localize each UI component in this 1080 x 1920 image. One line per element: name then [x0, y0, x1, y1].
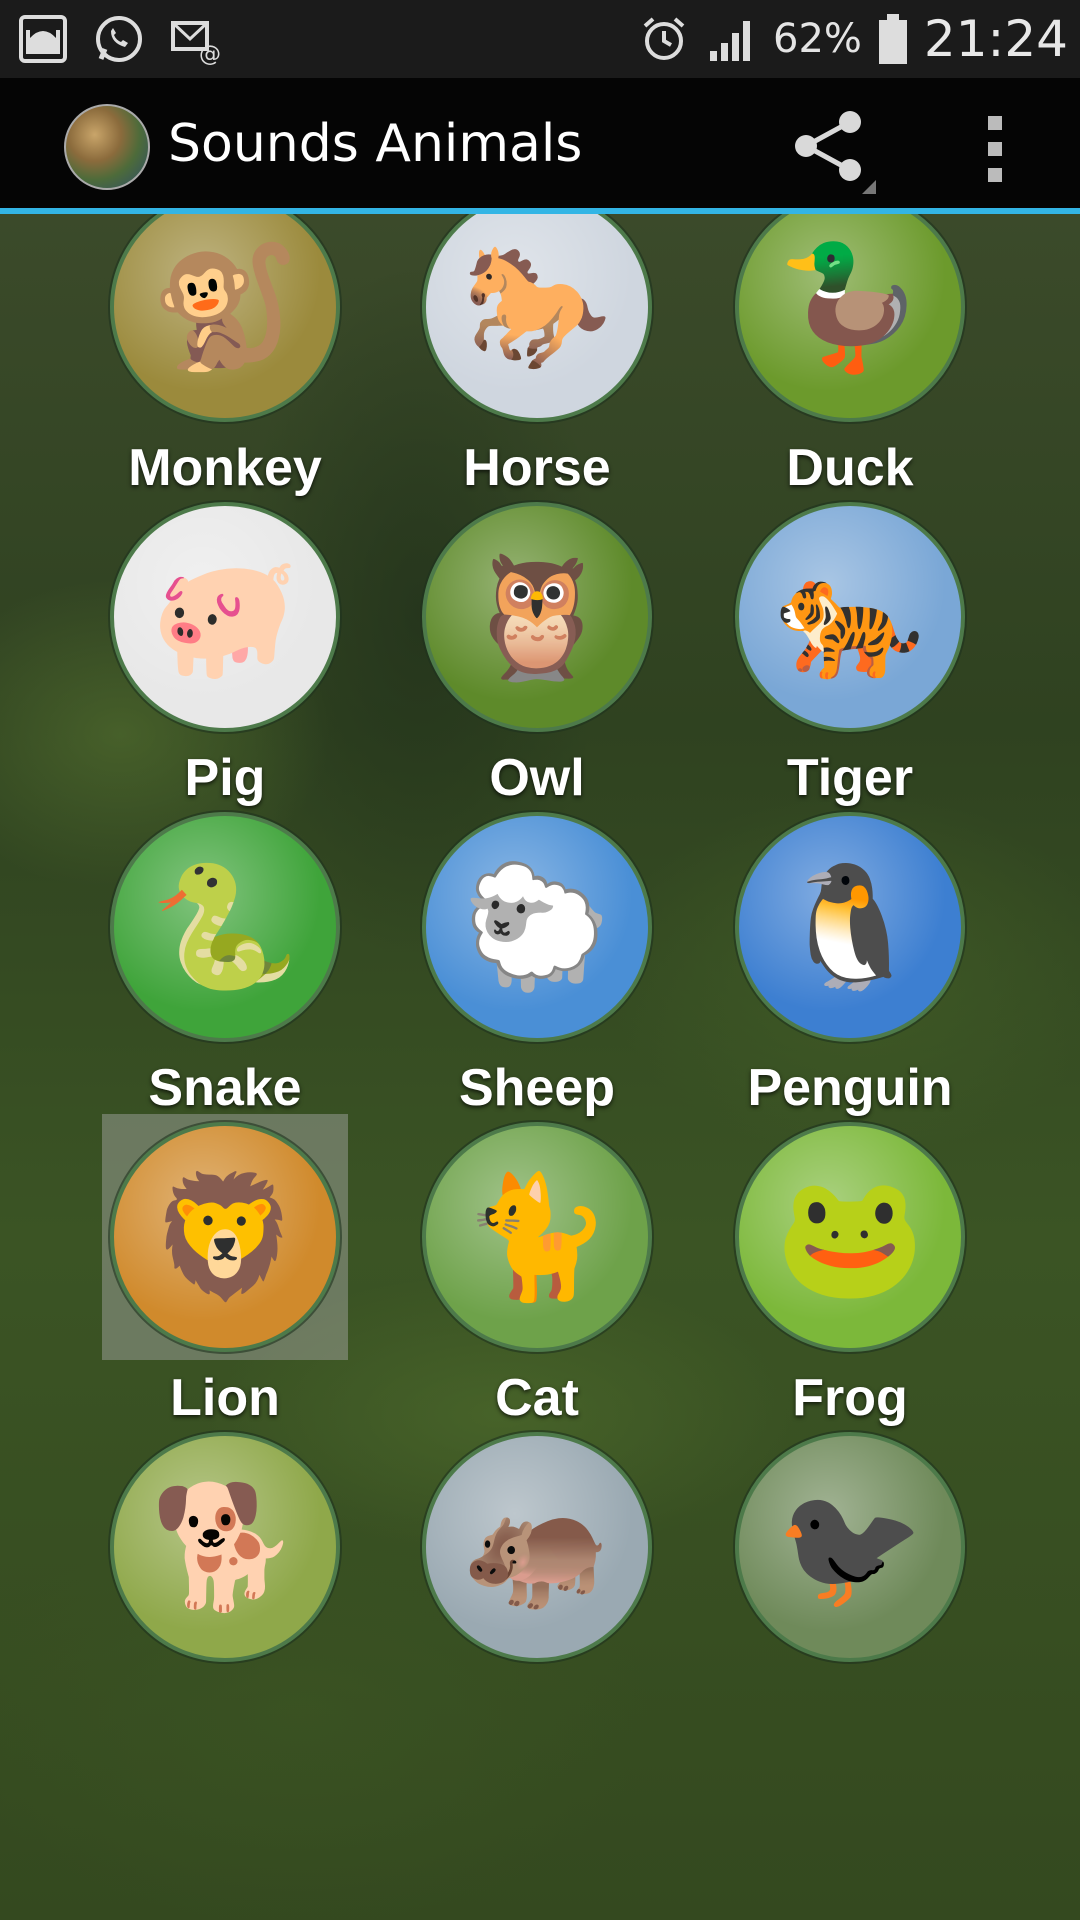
animal-button-animal-15[interactable]: 🐦‍⬛	[727, 1424, 973, 1670]
animal-label-pig: Pig	[184, 749, 266, 807]
animal-button-monkey[interactable]: 🐒	[102, 214, 348, 430]
animal-button-lion[interactable]: 🦁	[102, 1114, 348, 1360]
whatsapp-icon	[92, 12, 146, 66]
frog-icon: 🐸	[775, 1170, 925, 1304]
animal-button-sheep[interactable]: 🐑	[414, 804, 660, 1050]
action-bar: Sounds Animals	[0, 78, 1080, 214]
penguin-icon: 🐧	[775, 860, 925, 994]
animal-photo-monkey: 🐒	[110, 214, 340, 422]
animal-label-duck: Duck	[786, 439, 914, 497]
animal-tile-animal-13[interactable]: 🐕	[69, 1424, 381, 1804]
clock-time: 21:24	[923, 10, 1068, 68]
snake-icon: 🐍	[150, 860, 300, 994]
svg-text:@: @	[199, 42, 221, 65]
animal-button-tiger[interactable]: 🐅	[727, 494, 973, 740]
animal-photo-owl: 🦉	[422, 502, 652, 732]
animal-label-frog: Frog	[792, 1369, 908, 1427]
animal-grid-background: 🐒 Monkey 🐎 Horse 🦆 Duck 🐖 Pig 🦉 Owl 🐅 Tiger 🐍 Snake 🐑 S…	[0, 214, 1080, 1920]
animal-label-penguin: Penguin	[747, 1059, 953, 1117]
animal-photo-pig: 🐖	[110, 502, 340, 732]
animal-photo-cat: 🐈	[422, 1122, 652, 1352]
animal-photo-animal-13: 🐕	[110, 1432, 340, 1662]
animal-13-icon: 🐕	[150, 1480, 300, 1614]
cat-icon: 🐈	[462, 1170, 612, 1304]
animal-14-icon: 🦛	[462, 1480, 612, 1614]
sheep-icon: 🐑	[462, 860, 612, 994]
animal-label-lion: Lion	[170, 1369, 280, 1427]
animal-photo-sheep: 🐑	[422, 812, 652, 1042]
animal-photo-penguin: 🐧	[735, 812, 965, 1042]
animal-tile-animal-14[interactable]: 🦛	[381, 1424, 693, 1804]
animal-button-cat[interactable]: 🐈	[414, 1114, 660, 1360]
monkey-icon: 🐒	[150, 240, 300, 374]
tiger-icon: 🐅	[775, 550, 925, 684]
signal-bars-icon	[705, 12, 759, 66]
animal-photo-animal-14: 🦛	[422, 1432, 652, 1662]
share-button[interactable]	[780, 104, 880, 194]
animal-photo-duck: 🦆	[735, 214, 965, 422]
animal-label-snake: Snake	[148, 1059, 302, 1117]
animal-photo-tiger: 🐅	[735, 502, 965, 732]
animal-photo-snake: 🐍	[110, 812, 340, 1042]
app-logo-icon[interactable]	[64, 104, 150, 190]
duck-icon: 🦆	[775, 240, 925, 374]
alarm-clock-icon	[637, 12, 691, 66]
animal-15-icon: 🐦‍⬛	[775, 1480, 925, 1614]
animal-label-tiger: Tiger	[786, 749, 914, 807]
animal-tile-animal-15[interactable]: 🐦‍⬛	[694, 1424, 1006, 1804]
animal-button-snake[interactable]: 🐍	[102, 804, 348, 1050]
app-title: Sounds Animals	[168, 114, 583, 174]
status-bar: @ 62% 21:24	[0, 0, 1080, 78]
battery-percent: 62%	[773, 16, 862, 62]
animal-photo-animal-15: 🐦‍⬛	[735, 1432, 965, 1662]
animal-button-penguin[interactable]: 🐧	[727, 804, 973, 1050]
animal-photo-frog: 🐸	[735, 1122, 965, 1352]
animal-button-duck[interactable]: 🦆	[727, 214, 973, 430]
owl-icon: 🦉	[462, 550, 612, 684]
animal-label-horse: Horse	[463, 439, 611, 497]
horse-icon: 🐎	[462, 240, 612, 374]
animal-photo-horse: 🐎	[422, 214, 652, 422]
animal-button-frog[interactable]: 🐸	[727, 1114, 973, 1360]
animal-button-pig[interactable]: 🐖	[102, 494, 348, 740]
animal-label-owl: Owl	[489, 749, 585, 807]
animal-photo-lion: 🦁	[110, 1122, 340, 1352]
share-icon	[795, 111, 876, 194]
animal-button-animal-13[interactable]: 🐕	[102, 1424, 348, 1670]
lion-icon: 🦁	[150, 1170, 300, 1304]
pig-icon: 🐖	[150, 550, 300, 684]
animal-label-sheep: Sheep	[458, 1059, 616, 1117]
overflow-menu-button[interactable]	[966, 114, 1026, 184]
animal-button-owl[interactable]: 🦉	[414, 494, 660, 740]
animal-button-horse[interactable]: 🐎	[414, 214, 660, 430]
mosque-icon	[16, 12, 70, 66]
animal-button-animal-14[interactable]: 🦛	[414, 1424, 660, 1670]
animal-label-monkey: Monkey	[128, 439, 322, 497]
overflow-menu-icon	[988, 116, 1002, 182]
animal-label-cat: Cat	[495, 1369, 579, 1427]
email-notification-icon: @	[168, 12, 222, 66]
battery-icon	[876, 12, 910, 66]
